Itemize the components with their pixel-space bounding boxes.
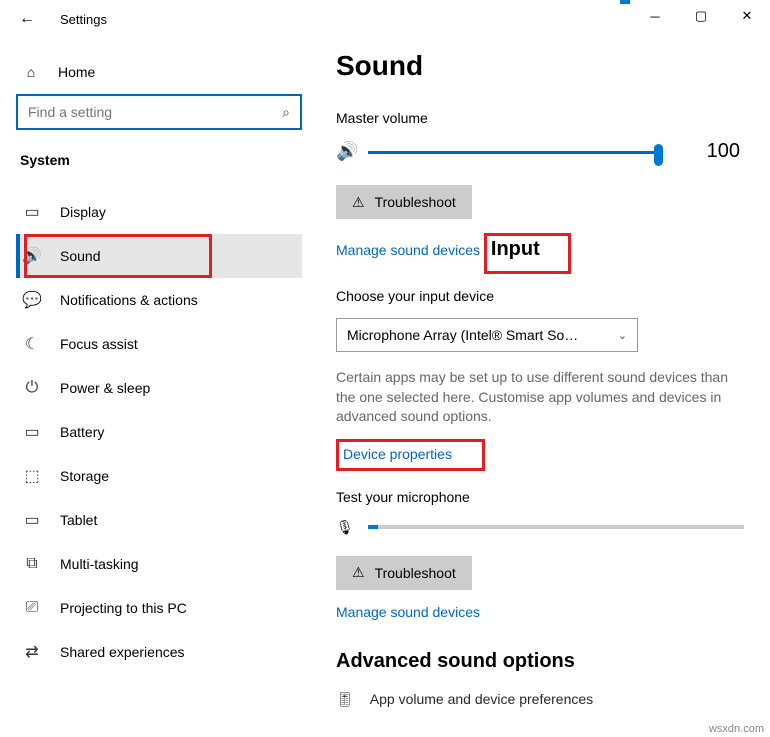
highlight-box — [24, 234, 212, 278]
back-icon[interactable]: ← — [18, 10, 36, 28]
home-icon: ⌂ — [22, 64, 40, 80]
warning-icon: ⚠ — [352, 564, 365, 581]
mic-level-bar — [368, 525, 744, 529]
mic-test-row: 🎙 — [336, 519, 744, 536]
manage-sound-link-output[interactable]: Manage sound devices — [336, 242, 480, 258]
microphone-icon: 🎙 — [336, 519, 354, 536]
accent-strip — [620, 0, 630, 4]
input-device-select[interactable]: Microphone Array (Intel® Smart So… ⌄ — [336, 318, 638, 352]
home-label: Home — [58, 64, 95, 80]
sidebar-item-label: Multi-tasking — [60, 556, 139, 572]
content-pane: Sound Master volume 🔊 100 ⚠ Troubleshoot… — [310, 38, 770, 737]
storage-icon: ⬚ — [22, 466, 42, 486]
manage-sound-link-input[interactable]: Manage sound devices — [336, 604, 480, 620]
page-heading: Sound — [336, 50, 744, 82]
choose-input-label: Choose your input device — [336, 288, 744, 304]
troubleshoot-label: Troubleshoot — [375, 194, 456, 210]
troubleshoot-button-input[interactable]: ⚠ Troubleshoot — [336, 556, 472, 590]
titlebar: ← Settings ─ ▢ ✕ — [0, 0, 770, 38]
search-input[interactable] — [28, 104, 282, 120]
sidebar-item-storage[interactable]: ⬚ Storage — [16, 454, 302, 498]
chevron-down-icon: ⌄ — [618, 329, 627, 342]
nav-list: ▭ Display 🔊 Sound 💬 Notifications & acti… — [16, 190, 302, 674]
sidebar-item-label: Power & sleep — [60, 380, 150, 396]
projecting-icon: ⎚ — [22, 599, 42, 617]
sidebar-item-battery[interactable]: ▭ Battery — [16, 410, 302, 454]
speaker-icon: 🔊 — [336, 141, 358, 162]
troubleshoot-button-output[interactable]: ⚠ Troubleshoot — [336, 185, 472, 219]
input-section-title: Input — [491, 238, 540, 261]
sidebar-item-multitasking[interactable]: ⧉ Multi-tasking — [16, 542, 302, 586]
sidebar-item-shared[interactable]: ⇄ Shared experiences — [16, 630, 302, 674]
mic-level-fill — [368, 525, 378, 529]
app-volume-label[interactable]: App volume and device preferences — [370, 691, 593, 707]
volume-value: 100 — [707, 140, 744, 163]
sound-icon: 🔊 — [22, 246, 42, 266]
tablet-icon: ▭ — [22, 510, 42, 530]
device-properties-link[interactable]: Device properties — [343, 446, 452, 462]
sidebar-item-label: Sound — [60, 248, 100, 264]
maximize-button[interactable]: ▢ — [678, 0, 724, 32]
sidebar-item-label: Battery — [60, 424, 104, 440]
slider-thumb[interactable] — [654, 144, 663, 166]
sidebar-item-focus-assist[interactable]: ☾ Focus assist — [16, 322, 302, 366]
search-icon: ⌕ — [282, 104, 290, 121]
display-icon: ▭ — [22, 202, 42, 222]
sidebar-item-projecting[interactable]: ⎚ Projecting to this PC — [16, 586, 302, 630]
sidebar-item-label: Storage — [60, 468, 109, 484]
input-help-text: Certain apps may be set up to use differ… — [336, 368, 744, 427]
focus-assist-icon: ☾ — [22, 334, 42, 354]
test-mic-label: Test your microphone — [336, 489, 744, 505]
volume-slider[interactable] — [368, 142, 658, 162]
warning-icon: ⚠ — [352, 194, 365, 211]
sidebar-item-sound[interactable]: 🔊 Sound — [16, 234, 302, 278]
sliders-icon: 🎚 — [336, 691, 354, 708]
highlight-device-properties: Device properties — [336, 439, 485, 471]
home-button[interactable]: ⌂ Home — [16, 56, 302, 94]
troubleshoot-label: Troubleshoot — [375, 565, 456, 581]
minimize-button[interactable]: ─ — [632, 0, 678, 32]
sidebar-item-label: Shared experiences — [60, 644, 185, 660]
volume-row: 🔊 100 — [336, 140, 744, 163]
watermark: wsxdn.com — [709, 723, 764, 735]
battery-icon: ▭ — [22, 422, 42, 442]
sidebar-item-tablet[interactable]: ▭ Tablet — [16, 498, 302, 542]
master-volume-label: Master volume — [336, 110, 744, 126]
advanced-heading: Advanced sound options — [336, 650, 744, 673]
search-box[interactable]: ⌕ — [16, 94, 302, 130]
sidebar-item-power[interactable]: ⏻ Power & sleep — [16, 366, 302, 410]
slider-track — [368, 151, 658, 154]
input-device-value: Microphone Array (Intel® Smart So… — [347, 327, 578, 343]
sidebar-item-display[interactable]: ▭ Display — [16, 190, 302, 234]
highlight-input-title: Input — [484, 233, 571, 274]
sidebar-item-label: Tablet — [60, 512, 97, 528]
close-button[interactable]: ✕ — [724, 0, 770, 32]
notifications-icon: 💬 — [22, 290, 42, 310]
sidebar-item-label: Display — [60, 204, 106, 220]
sidebar-item-label: Focus assist — [60, 336, 138, 352]
multitasking-icon: ⧉ — [22, 555, 42, 573]
shared-icon: ⇄ — [22, 642, 42, 662]
sidebar: ⌂ Home ⌕ System ▭ Display 🔊 Sound 💬 Noti… — [0, 38, 310, 737]
power-icon: ⏻ — [22, 379, 42, 397]
group-title: System — [16, 152, 302, 168]
sidebar-item-label: Notifications & actions — [60, 292, 198, 308]
window-title: Settings — [60, 12, 107, 27]
sidebar-item-label: Projecting to this PC — [60, 600, 187, 616]
sidebar-item-notifications[interactable]: 💬 Notifications & actions — [16, 278, 302, 322]
